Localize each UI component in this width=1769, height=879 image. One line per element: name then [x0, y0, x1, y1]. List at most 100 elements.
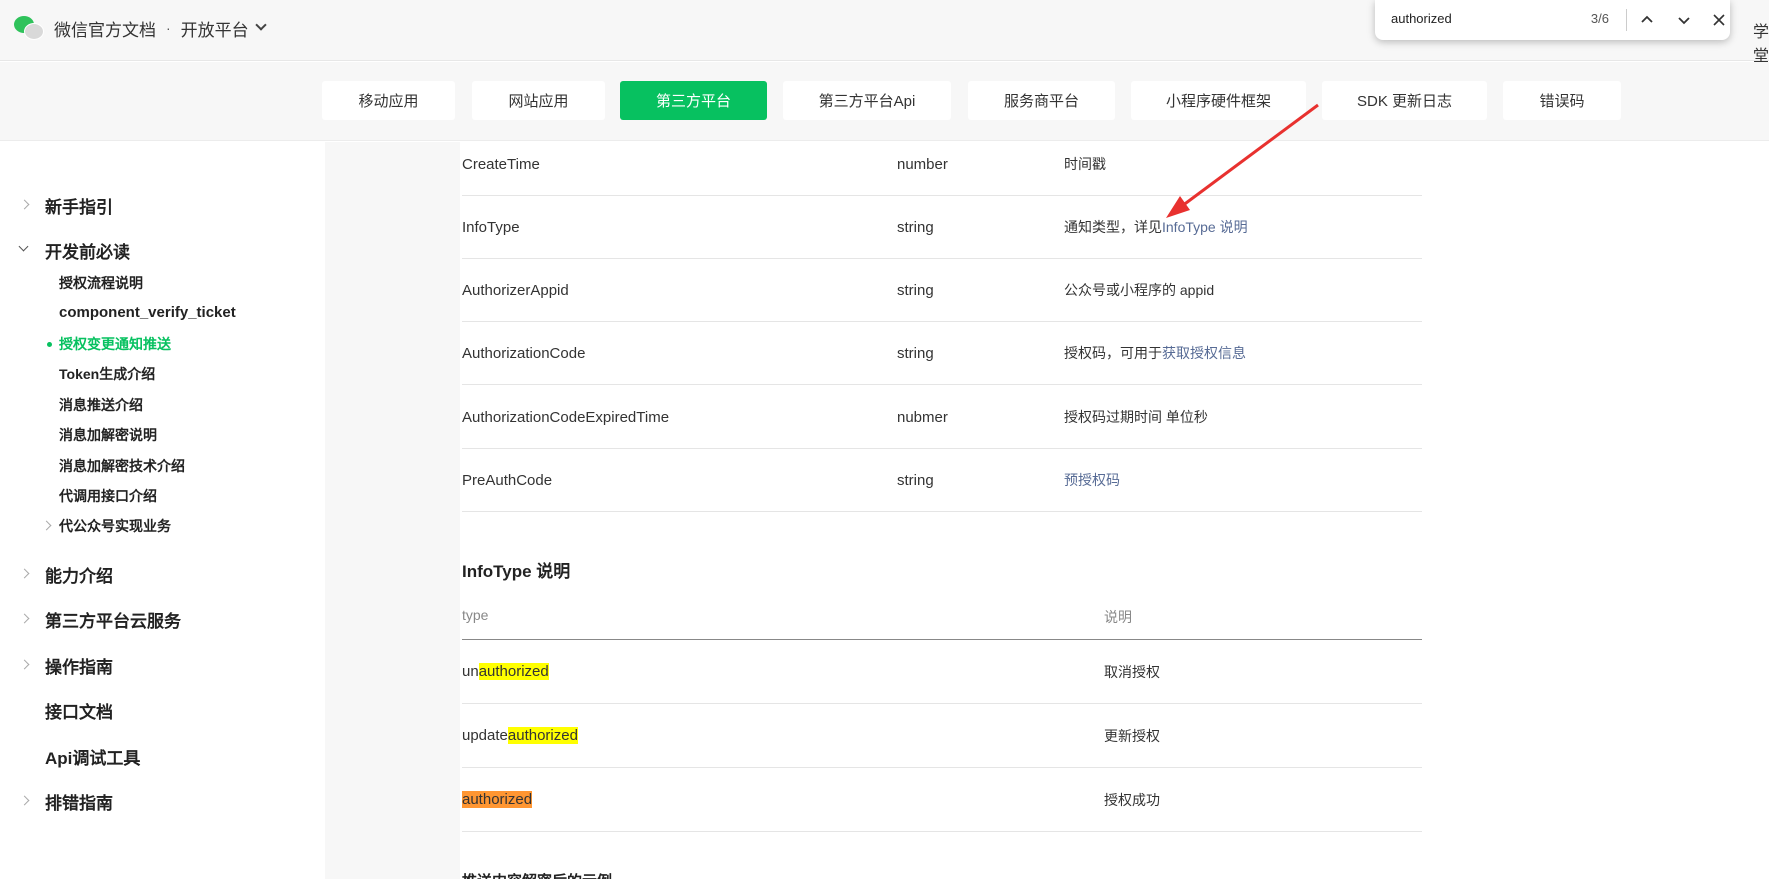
infotype-section-title: InfoType 说明	[462, 562, 571, 581]
tab-third-party-api[interactable]: 第三方平台Api	[783, 81, 951, 120]
sidebar-sub-verify-ticket[interactable]: component_verify_ticket	[59, 304, 236, 321]
sidebar-sub-auth-change-push[interactable]: 授权变更通知推送	[47, 334, 171, 354]
sidebar-item-api-debug[interactable]: Api调试工具	[45, 744, 140, 769]
site-title[interactable]: 微信官方文档	[54, 16, 156, 41]
param-desc: 时间戳	[1064, 156, 1106, 172]
sidebar-item-label: 操作指南	[45, 658, 113, 677]
table-row: authorized 授权成功	[462, 768, 1422, 832]
param-name: PreAuthCode	[462, 472, 553, 489]
column-header-desc: 说明	[1104, 609, 1132, 625]
platform-selector[interactable]: 开放平台	[181, 16, 249, 41]
table-row: AuthorizationCode string 授权码，可用于获取授权信息	[462, 322, 1422, 385]
table-row: InfoType string 通知类型，详见InfoType 说明	[462, 196, 1422, 259]
brand[interactable]: 微信官方文档 · 开放平台	[14, 14, 267, 42]
infotype-link[interactable]: InfoType 说明	[1162, 219, 1248, 235]
param-type: string	[897, 345, 934, 362]
tab-website-app[interactable]: 网站应用	[472, 81, 605, 120]
sidebar-item-capabilities[interactable]: 能力介绍	[19, 562, 113, 587]
table-row: AuthorizationCodeExpiredTime nubmer 授权码过…	[462, 386, 1422, 449]
param-desc: 通知类型，详见InfoType 说明	[1064, 196, 1248, 259]
find-match-count: 3/6	[1590, 11, 1609, 26]
tab-mobile-app[interactable]: 移动应用	[322, 81, 455, 120]
sidebar-sub-proxy-business[interactable]: 代公众号实现业务	[41, 516, 171, 536]
table-row: updateauthorized 更新授权	[462, 704, 1422, 768]
param-name: AuthorizationCode	[462, 345, 586, 362]
close-icon	[1713, 14, 1725, 26]
sidebar-item-api-docs[interactable]: 接口文档	[45, 698, 113, 723]
header-link-clipped[interactable]: 学堂	[1753, 18, 1769, 66]
sidebar-item-before-dev[interactable]: 开发前必读	[18, 238, 130, 263]
sidebar-item-getting-started[interactable]: 新手指引	[19, 193, 113, 218]
sidebar-sub-proxy-api[interactable]: 代调用接口介绍	[59, 486, 157, 506]
table-row: CreateTime number 时间戳	[462, 133, 1422, 196]
search-highlight: authorized	[478, 663, 549, 680]
param-type: string	[897, 282, 934, 299]
chevron-down-icon	[1678, 17, 1690, 25]
sidebar-item-label: 新手指引	[45, 198, 113, 217]
tab-error-codes[interactable]: 错误码	[1503, 81, 1621, 120]
sidebar-sub-token[interactable]: Token生成介绍	[59, 364, 155, 384]
search-highlight: authorized	[507, 727, 578, 744]
sidebar-item-troubleshoot[interactable]: 排错指南	[19, 789, 113, 814]
sidebar-item-label: 授权变更通知推送	[59, 336, 171, 352]
tab-sdk-changelog[interactable]: SDK 更新日志	[1322, 81, 1487, 120]
tab-hardware-framework[interactable]: 小程序硬件框架	[1131, 81, 1306, 120]
param-type: string	[897, 472, 934, 489]
column-header-type: type	[462, 607, 489, 623]
table-row: AuthorizerAppid string 公众号或小程序的 appid	[462, 259, 1422, 322]
find-divider	[1626, 9, 1627, 31]
sidebar-sub-encryption[interactable]: 消息加解密说明	[59, 425, 157, 445]
category-tabs: 移动应用 网站应用 第三方平台 第三方平台Api 服务商平台 小程序硬件框架 S…	[0, 62, 1769, 141]
param-desc: 授权码，可用于获取授权信息	[1064, 322, 1246, 385]
find-close-button[interactable]	[1704, 5, 1734, 35]
sidebar-item-guide[interactable]: 操作指南	[19, 653, 113, 678]
pre-auth-code-link[interactable]: 预授权码	[1064, 472, 1120, 488]
param-type: number	[897, 156, 948, 173]
param-name: CreateTime	[462, 156, 540, 173]
param-desc: 授权码过期时间 单位秒	[1064, 409, 1208, 425]
table-row: unauthorized 取消授权	[462, 640, 1422, 704]
sidebar-sub-encryption-tech[interactable]: 消息加解密技术介绍	[59, 456, 185, 476]
infotype-value: unauthorized	[462, 640, 549, 704]
param-type: nubmer	[897, 409, 948, 426]
sidebar-item-label: 排错指南	[45, 794, 113, 813]
infotype-prefix: un	[462, 663, 479, 680]
find-previous-button[interactable]	[1632, 5, 1662, 35]
chevron-up-icon	[1641, 15, 1653, 23]
param-name: AuthorizationCodeExpiredTime	[462, 409, 670, 426]
find-input[interactable]	[1391, 11, 1561, 26]
param-type: string	[897, 219, 934, 236]
param-desc: 预授权码	[1064, 449, 1120, 512]
infotype-table-header: type 说明	[462, 600, 1422, 640]
wechat-logo-icon	[14, 14, 46, 42]
sidebar-item-cloud-service[interactable]: 第三方平台云服务	[19, 607, 181, 632]
find-next-button[interactable]	[1669, 5, 1699, 35]
tab-service-provider[interactable]: 服务商平台	[968, 81, 1115, 120]
chevron-down-icon[interactable]	[255, 19, 267, 31]
content-gutter	[325, 142, 460, 879]
sidebar-sub-auth-flow[interactable]: 授权流程说明	[59, 273, 143, 293]
sidebar-item-label: 第三方平台云服务	[45, 612, 181, 631]
tab-third-party-platform[interactable]: 第三方平台	[620, 81, 767, 120]
sidebar-item-label: 代公众号实现业务	[59, 518, 171, 534]
param-desc: 公众号或小程序的 appid	[1064, 282, 1215, 298]
infotype-desc: 取消授权	[1104, 664, 1160, 680]
table-row: PreAuthCode string 预授权码	[462, 449, 1422, 512]
param-name: AuthorizerAppid	[462, 282, 569, 299]
param-name: InfoType	[462, 219, 520, 236]
find-in-page-bar: 3/6	[1375, 0, 1730, 40]
infotype-prefix: update	[462, 727, 508, 744]
sidebar-sub-message-push[interactable]: 消息推送介绍	[59, 395, 143, 415]
next-section-title: 推送内容解密后的示例	[462, 870, 612, 879]
infotype-desc: 授权成功	[1104, 792, 1160, 808]
active-dot-icon	[47, 342, 52, 347]
param-desc-text: 通知类型，详见	[1064, 219, 1162, 235]
infotype-value: updateauthorized	[462, 704, 578, 768]
sidebar-item-label: 开发前必读	[45, 243, 130, 262]
get-auth-info-link[interactable]: 获取授权信息	[1162, 345, 1246, 361]
search-highlight-current: authorized	[462, 791, 533, 808]
param-desc-text: 授权码，可用于	[1064, 345, 1162, 361]
infotype-value: authorized	[462, 768, 533, 832]
infotype-desc: 更新授权	[1104, 728, 1160, 744]
title-separator: ·	[166, 20, 171, 36]
